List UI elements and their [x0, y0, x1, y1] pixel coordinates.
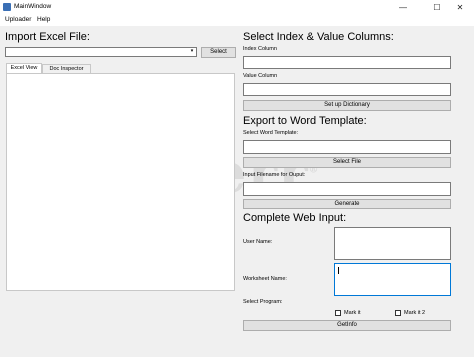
worksheet-name-label: Worksheet Name: — [243, 276, 287, 282]
mark-it-checkbox[interactable] — [335, 310, 341, 316]
select-word-template-label: Select Word Template: — [243, 130, 299, 136]
excel-view-pane[interactable] — [6, 73, 235, 291]
user-name-field[interactable] — [334, 227, 451, 260]
output-filename-field[interactable] — [243, 182, 451, 196]
web-input-heading: Complete Web Input: — [243, 212, 347, 224]
mark-it-2-checkbox[interactable] — [395, 310, 401, 316]
tab-excel-view[interactable]: Excel View — [6, 63, 42, 73]
user-name-label: User Name: — [243, 239, 273, 245]
window-title: MainWindow — [14, 3, 52, 10]
menu-uploader[interactable]: Uploader — [5, 16, 31, 23]
getinfo-button[interactable]: GetInfo — [243, 320, 451, 331]
export-heading: Export to Word Template: — [243, 115, 367, 127]
select-excel-button[interactable]: Select — [201, 47, 236, 58]
close-icon[interactable]: ✕ — [446, 0, 474, 15]
mark-it-2-label: Mark it 2 — [404, 310, 426, 316]
worksheet-name-field[interactable] — [334, 263, 451, 296]
import-heading: Import Excel File: — [5, 31, 90, 43]
menu-bar — [0, 15, 474, 26]
menu-help[interactable]: Help — [37, 16, 50, 23]
mark-it-label: Mark it — [344, 310, 361, 316]
generate-button[interactable]: Generate — [243, 199, 451, 209]
index-column-label: Index Column — [243, 46, 277, 52]
set-up-dictionary-button[interactable]: Set up Dictionary — [243, 100, 451, 111]
text-caret — [338, 267, 339, 274]
index-column-field[interactable] — [243, 56, 451, 69]
value-column-field[interactable] — [243, 83, 451, 96]
minimize-icon[interactable]: — — [389, 0, 417, 15]
value-column-label: Value Column — [243, 73, 278, 79]
excel-file-combobox[interactable]: ▾ — [5, 47, 197, 57]
index-value-heading: Select Index & Value Columns: — [243, 31, 394, 43]
input-filename-label: Input Filename for Ouput: — [243, 172, 306, 178]
app-icon — [3, 3, 11, 11]
chevron-down-icon: ▾ — [190, 48, 194, 54]
select-file-button[interactable]: Select File — [243, 157, 451, 168]
tab-doc-inspector[interactable]: Doc Inspector — [42, 64, 91, 73]
select-program-label: Select Program: — [243, 299, 283, 305]
word-template-field[interactable] — [243, 140, 451, 154]
